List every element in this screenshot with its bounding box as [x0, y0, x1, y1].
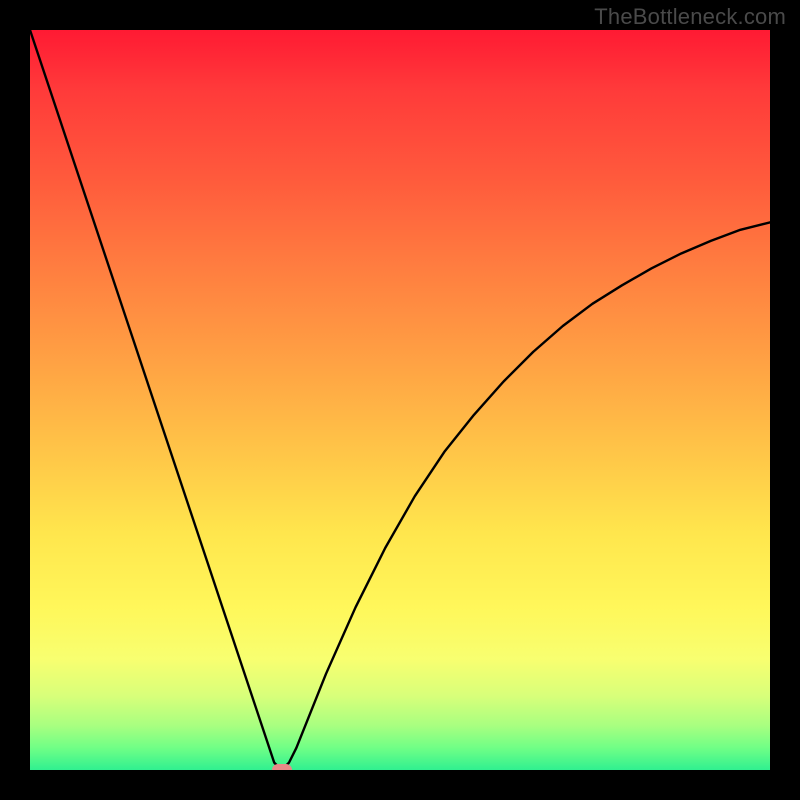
- bottleneck-curve: [30, 30, 770, 770]
- chart-frame: TheBottleneck.com: [0, 0, 800, 800]
- watermark-text: TheBottleneck.com: [594, 4, 786, 30]
- optimal-marker-icon: [272, 764, 292, 770]
- plot-area: [30, 30, 770, 770]
